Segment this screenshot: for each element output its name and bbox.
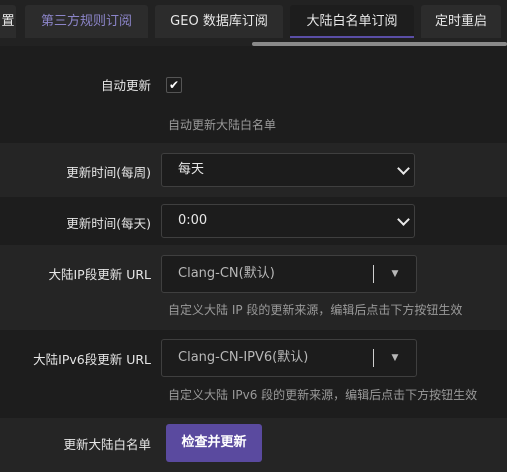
update-week-select[interactable]: 每天 [161,153,415,187]
chevron-down-icon [397,162,410,175]
update-day-value: 0:00 [178,213,208,228]
auto-update-hint: 自动更新大陆白名单 [168,118,277,132]
update-day-label: 更新时间(每天) [66,216,151,231]
ip-url-hint: 自定义大陆 IP 段的更新来源，编辑后点击下方按钮生效 [168,303,463,317]
update-week-row: 更新时间(每周) 每天 [0,143,507,197]
ipv6-url-row: 大陆IPv6段更新 URL Clang-CN-IPV6(默认) ▼ 自定义大陆 … [0,330,507,418]
tab-mainland-whitelist[interactable]: 大陆白名单订阅 [290,5,414,38]
tab-scheduled-reboot[interactable]: 定时重启 [421,5,501,38]
auto-update-checkbox[interactable]: ✔ [166,77,182,93]
update-day-row: 更新时间(每天) 0:00 [0,197,507,245]
auto-update-label: 自动更新 [100,78,151,93]
tab-scrollbar[interactable] [252,42,507,46]
combobox-divider [373,265,374,283]
ip-url-label: 大陆IP段更新 URL [48,267,152,282]
check-and-update-button[interactable]: 检查并更新 [166,424,262,462]
ip-url-combobox[interactable]: Clang-CN(默认) ▼ [161,255,417,293]
combobox-divider [373,349,374,367]
ipv6-url-label: 大陆IPv6段更新 URL [33,352,151,367]
ipv6-url-hint: 自定义大陆 IPv6 段的更新来源，编辑后点击下方按钮生效 [168,388,478,402]
dropdown-arrow-icon[interactable]: ▼ [382,256,408,292]
tab-settings-partial[interactable]: 置 [0,5,16,38]
update-day-select[interactable]: 0:00 [161,204,415,238]
update-now-row: 更新大陆白名单 检查并更新 [0,418,507,472]
ip-url-row: 大陆IP段更新 URL Clang-CN(默认) ▼ 自定义大陆 IP 段的更新… [0,245,507,330]
ipv6-url-combobox[interactable]: Clang-CN-IPV6(默认) ▼ [161,339,417,377]
tab-geo-database[interactable]: GEO 数据库订阅 [155,5,283,38]
update-now-label: 更新大陆白名单 [63,437,151,452]
auto-update-row: 自动更新 ✔ 自动更新大陆白名单 [0,50,507,143]
ipv6-url-value: Clang-CN-IPV6(默认) [178,350,309,365]
update-week-label: 更新时间(每周) [66,165,151,180]
dropdown-arrow-icon[interactable]: ▼ [382,340,408,376]
tab-bar: 置 第三方规则订阅 GEO 数据库订阅 大陆白名单订阅 定时重启 [0,0,507,46]
ip-url-value: Clang-CN(默认) [178,266,275,281]
tab-third-party-rules[interactable]: 第三方规则订阅 [25,5,148,38]
update-week-value: 每天 [178,162,205,177]
chevron-down-icon [397,213,410,226]
